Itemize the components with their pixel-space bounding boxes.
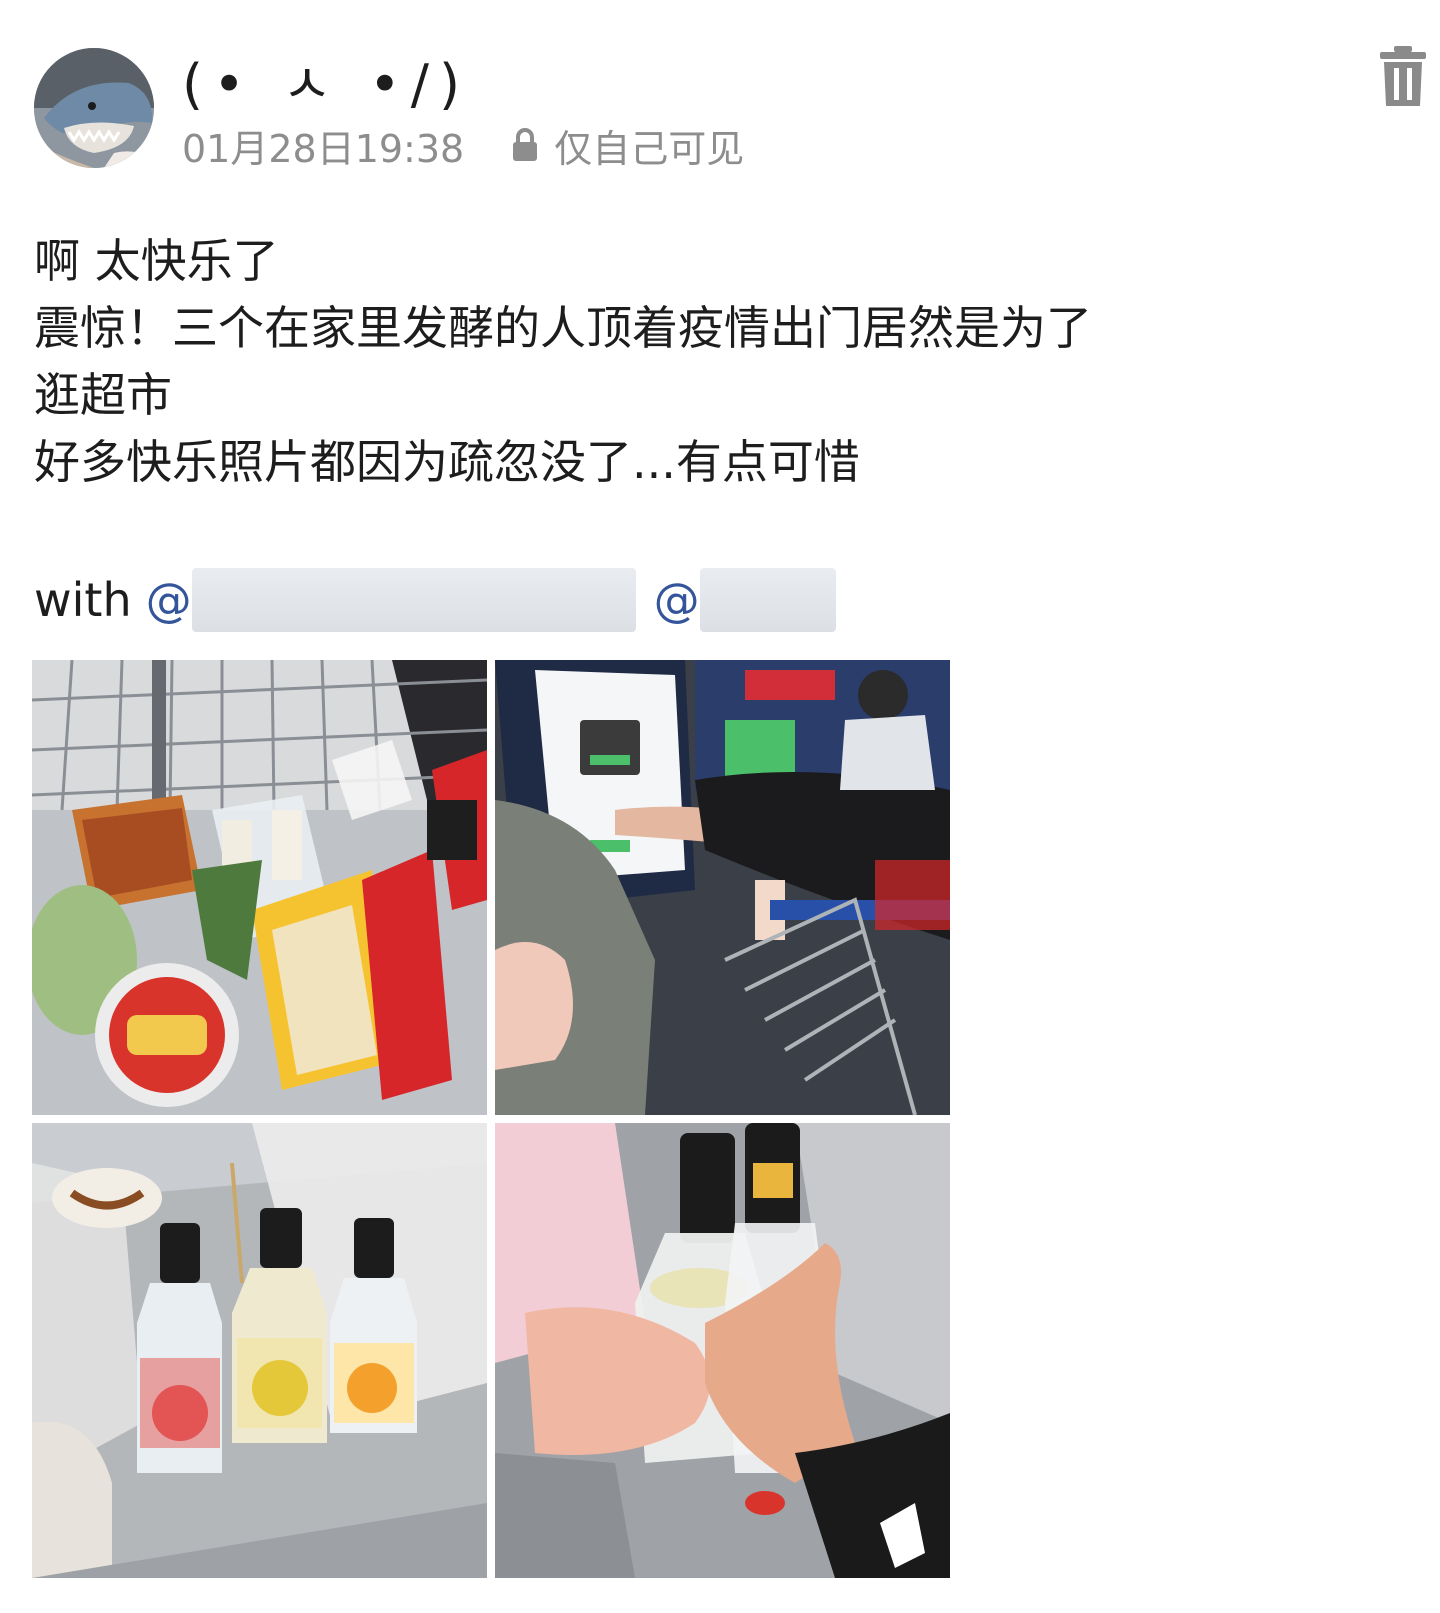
redacted-name <box>191 568 636 632</box>
mentions-row: with @ @ <box>34 565 836 635</box>
photo-grid <box>32 660 952 1580</box>
mention-at: @ <box>145 573 192 627</box>
lock-icon <box>510 127 540 163</box>
avatar[interactable] <box>34 48 154 168</box>
visibility-label: 仅自己可见 <box>554 126 745 171</box>
shopping-cart-photo[interactable] <box>32 660 487 1115</box>
post-text: 啊 太快乐了 震惊！三个在家里发酵的人顶着疫情出门居然是为了 逛超市 好多快乐照… <box>34 228 1404 496</box>
redacted-name <box>699 568 836 632</box>
rio-bottles-photo[interactable] <box>32 1123 487 1578</box>
post-time: 01月28日19:38 <box>182 126 465 171</box>
self-checkout-photo[interactable] <box>495 660 950 1115</box>
with-label: with <box>34 573 132 627</box>
post-text-line: 啊 太快乐了 <box>34 234 279 288</box>
post-text-line: 逛超市 <box>34 368 172 422</box>
post-text-line: 好多快乐照片都因为疏忽没了...有点可惜 <box>34 435 860 489</box>
mention-link[interactable]: @ <box>654 568 836 632</box>
toast-photo[interactable] <box>495 1123 950 1578</box>
trash-icon[interactable] <box>1378 44 1428 108</box>
moment-post: (• ㅅ •/) 01月28日19:38 仅自己可见 啊 太快乐了 震惊！三个在… <box>0 0 1440 1613</box>
username[interactable]: (• ㅅ •/) <box>182 50 470 120</box>
post-meta: 01月28日19:38 仅自己可见 <box>182 120 745 171</box>
mention-link[interactable]: @ <box>146 568 636 632</box>
post-text-line: 震惊！三个在家里发酵的人顶着疫情出门居然是为了 <box>34 301 1092 355</box>
mention-at: @ <box>653 573 700 627</box>
